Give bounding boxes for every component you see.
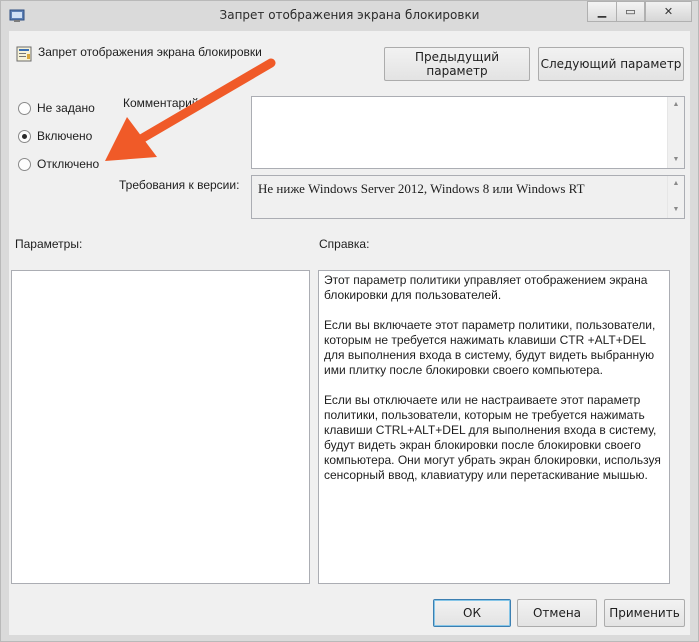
policy-dialog-window: Запрет отображения экрана блокировки ▁ ▭… — [0, 0, 699, 642]
close-icon: ✕ — [663, 6, 674, 18]
policy-title: Запрет отображения экрана блокировки — [38, 45, 262, 59]
radio-enabled-label: Включено — [37, 129, 93, 143]
radio-not-configured-circle[interactable] — [18, 101, 31, 115]
scroll-down-icon[interactable]: ▼ — [668, 202, 684, 218]
scroll-down-icon[interactable]: ▼ — [668, 152, 684, 168]
radio-not-configured[interactable]: Не задано — [18, 101, 95, 115]
maximize-button[interactable]: ▭ — [616, 1, 645, 22]
radio-enabled-circle[interactable] — [18, 129, 31, 143]
help-paragraph: Если вы включаете этот параметр политики… — [324, 318, 656, 377]
maximize-icon: ▭ — [625, 6, 636, 18]
radio-disabled-circle[interactable] — [18, 157, 31, 171]
supported-scrollbar[interactable]: ▲ ▼ — [667, 176, 684, 218]
comment-label: Комментарий: — [123, 96, 202, 110]
apply-button[interactable]: Применить — [604, 599, 685, 627]
supported-on-field: Не ниже Windows Server 2012, Windows 8 и… — [251, 175, 685, 219]
cancel-button[interactable]: Отмена — [517, 599, 597, 627]
minimize-button[interactable]: ▁ — [587, 1, 616, 22]
next-setting-button[interactable]: Следующий параметр — [538, 47, 684, 81]
help-paragraph: Этот параметр политики управляет отображ… — [324, 273, 648, 302]
help-paragraph: Если вы отключаете или не настраиваете э… — [324, 393, 661, 482]
scroll-up-icon[interactable]: ▲ — [668, 176, 684, 192]
policy-setting-icon — [16, 46, 32, 62]
help-panel[interactable]: Этот параметр политики управляет отображ… — [318, 270, 670, 584]
comment-scrollbar[interactable]: ▲ ▼ — [667, 97, 684, 168]
radio-not-configured-label: Не задано — [37, 101, 95, 115]
help-text: Этот параметр политики управляет отображ… — [324, 273, 663, 498]
radio-enabled[interactable]: Включено — [18, 129, 92, 143]
close-button[interactable]: ✕ — [645, 1, 692, 22]
dialog-content: Запрет отображения экрана блокировки Пре… — [9, 31, 690, 635]
comment-textarea[interactable]: ▲ ▼ — [251, 96, 685, 169]
minimize-icon: ▁ — [597, 6, 607, 18]
radio-disabled-label: Отключено — [37, 157, 100, 171]
options-panel[interactable] — [11, 270, 310, 584]
radio-disabled[interactable]: Отключено — [18, 157, 99, 171]
supported-on-label: Требования к версии: — [119, 178, 240, 192]
supported-on-value: Не ниже Windows Server 2012, Windows 8 и… — [258, 181, 585, 196]
title-bar[interactable]: Запрет отображения экрана блокировки ▁ ▭… — [1, 1, 698, 31]
options-label: Параметры: — [15, 237, 83, 251]
previous-setting-button[interactable]: Предыдущий параметр — [384, 47, 530, 81]
ok-button[interactable]: ОК — [433, 599, 511, 627]
scroll-up-icon[interactable]: ▲ — [668, 97, 684, 113]
help-label: Справка: — [319, 237, 370, 251]
